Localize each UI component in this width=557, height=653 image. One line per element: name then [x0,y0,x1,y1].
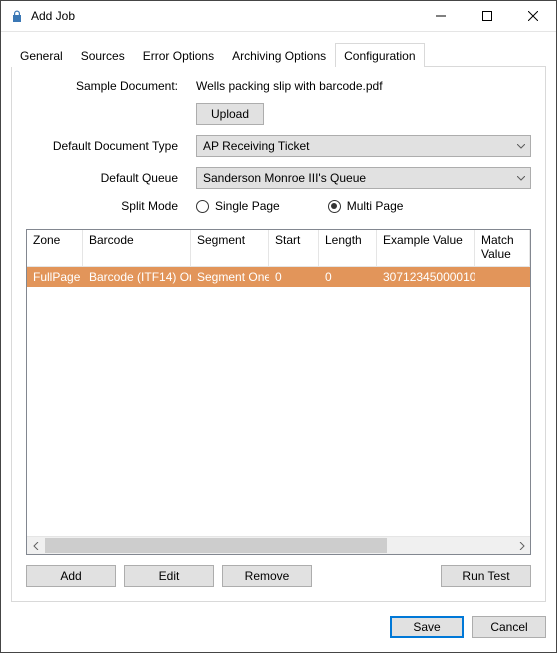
scroll-left-icon[interactable] [27,537,44,554]
col-length[interactable]: Length [319,230,377,267]
tab-general[interactable]: General [11,43,72,67]
table-actions: Add Edit Remove Run Test [26,565,531,587]
scroll-thumb[interactable] [45,538,387,553]
cell-start: 0 [269,267,319,287]
tab-error-options[interactable]: Error Options [134,43,223,67]
cell-length: 0 [319,267,377,287]
default-queue-label: Default Queue [26,171,196,185]
default-doc-type-label: Default Document Type [26,139,196,153]
cell-segment: Segment One [191,267,269,287]
cell-zone: FullPage [27,267,83,287]
sample-document-value: Wells packing slip with barcode.pdf [196,79,531,93]
sample-document-label: Sample Document: [26,79,196,93]
horizontal-scrollbar[interactable] [27,536,530,554]
cell-barcode: Barcode (ITF14) One [83,267,191,287]
default-queue-select[interactable]: Sanderson Monroe III's Queue [196,167,531,189]
upload-button[interactable]: Upload [196,103,264,125]
titlebar: Add Job [1,1,556,32]
table-body: FullPage Barcode (ITF14) One Segment One… [27,267,530,536]
cell-example: 30712345000010 [377,267,475,287]
tab-archiving-options[interactable]: Archiving Options [223,43,335,67]
col-example-value[interactable]: Example Value [377,230,475,267]
chevron-down-icon [516,176,526,181]
lock-icon [9,8,25,24]
edit-button[interactable]: Edit [124,565,214,587]
col-barcode[interactable]: Barcode [83,230,191,267]
run-test-button[interactable]: Run Test [441,565,531,587]
split-mode-multi-label: Multi Page [347,199,404,213]
save-button[interactable]: Save [390,616,464,638]
close-button[interactable] [510,1,556,31]
segment-table: Zone Barcode Segment Start Length Exampl… [26,229,531,555]
col-match-value[interactable]: Match Value [475,230,530,267]
default-queue-value: Sanderson Monroe III's Queue [203,171,366,185]
dialog-footer: Save Cancel [1,602,556,652]
minimize-button[interactable] [418,1,464,31]
default-doc-type-select[interactable]: AP Receiving Ticket [196,135,531,157]
tab-configuration[interactable]: Configuration [335,43,424,67]
split-mode-single-label: Single Page [215,199,280,213]
window-title: Add Job [31,9,75,23]
tabstrip: General Sources Error Options Archiving … [11,42,546,66]
radio-unchecked-icon [196,200,209,213]
tab-panel-configuration: Sample Document: Wells packing slip with… [11,66,546,602]
radio-checked-icon [328,200,341,213]
split-mode-single-radio[interactable]: Single Page [196,199,280,213]
chevron-down-icon [516,144,526,149]
remove-button[interactable]: Remove [222,565,312,587]
add-button[interactable]: Add [26,565,116,587]
split-mode-label: Split Mode [26,199,196,213]
col-start[interactable]: Start [269,230,319,267]
col-zone[interactable]: Zone [27,230,83,267]
table-row[interactable]: FullPage Barcode (ITF14) One Segment One… [27,267,530,287]
scroll-right-icon[interactable] [513,537,530,554]
cancel-button[interactable]: Cancel [472,616,546,638]
default-doc-type-value: AP Receiving Ticket [203,139,310,153]
add-job-window: Add Job General Sources Error Options Ar… [0,0,557,653]
table-header: Zone Barcode Segment Start Length Exampl… [27,230,530,267]
maximize-button[interactable] [464,1,510,31]
cell-match [475,267,530,287]
col-segment[interactable]: Segment [191,230,269,267]
tab-sources[interactable]: Sources [72,43,134,67]
split-mode-multi-radio[interactable]: Multi Page [328,199,404,213]
